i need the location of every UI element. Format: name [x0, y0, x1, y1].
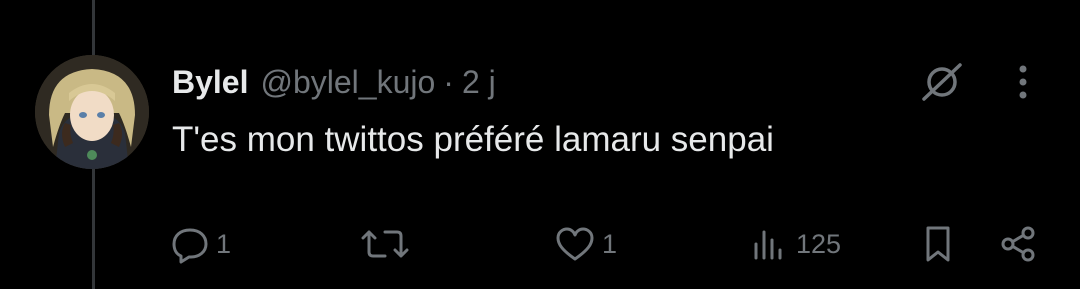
grok-icon	[922, 63, 962, 101]
share-button[interactable]	[996, 222, 1040, 266]
grok-button[interactable]	[918, 62, 966, 102]
views-button[interactable]: 125	[750, 222, 841, 266]
bookmark-icon	[926, 226, 950, 262]
retweet-icon	[361, 230, 409, 258]
author-handle[interactable]: @bylel_kujo	[260, 60, 435, 104]
meta-separator: ·	[443, 64, 454, 100]
avatar[interactable]	[35, 55, 149, 169]
share-icon	[1001, 226, 1035, 262]
retweet-button[interactable]	[357, 222, 413, 266]
tweet-text: T'es mon twittos préféré lamaru senpai	[172, 120, 774, 159]
tweet-timestamp[interactable]: 2 j	[462, 60, 496, 104]
avatar-image	[35, 55, 149, 169]
like-count: 1	[602, 228, 618, 259]
views-count: 125	[796, 228, 842, 259]
views-chart-icon	[754, 230, 782, 260]
tweet-header: Bylel @bylel_kujo · 2 j	[172, 60, 496, 104]
more-options-button[interactable]	[1006, 60, 1040, 104]
author-display-name[interactable]: Bylel	[172, 60, 248, 104]
reply-button[interactable]: 1	[170, 222, 231, 266]
reply-count: 1	[216, 228, 232, 259]
bookmark-button[interactable]	[918, 222, 958, 266]
heart-icon	[556, 227, 594, 261]
like-button[interactable]: 1	[554, 222, 617, 266]
more-icon	[1019, 65, 1027, 99]
reply-icon	[172, 228, 208, 264]
